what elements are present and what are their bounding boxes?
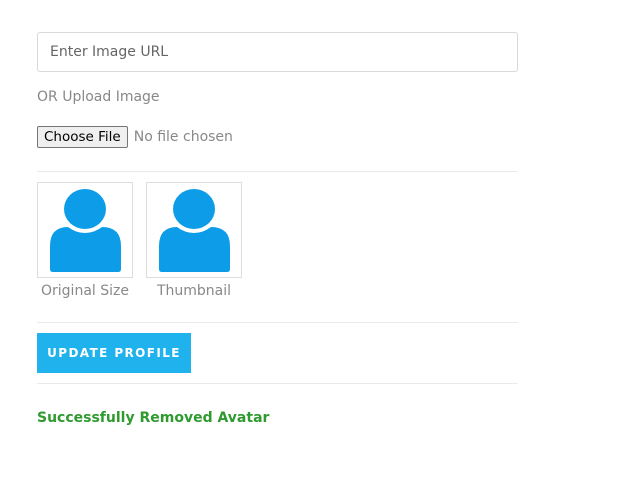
user-avatar-icon <box>159 189 230 272</box>
original-size-preview <box>37 182 133 278</box>
divider <box>37 322 518 323</box>
file-status-text: No file chosen <box>133 129 233 145</box>
choose-file-button[interactable]: Choose File <box>37 126 128 148</box>
divider <box>37 171 518 172</box>
update-profile-button[interactable]: UPDATE PROFILE <box>37 333 191 373</box>
user-avatar-icon <box>50 189 121 272</box>
divider <box>37 383 518 384</box>
original-size-caption: Original Size <box>41 283 129 299</box>
profile-avatar-form: OR Upload Image Choose File No file chos… <box>0 0 640 480</box>
success-message: Successfully Removed Avatar <box>37 410 270 426</box>
thumbnail-caption: Thumbnail <box>156 283 232 299</box>
file-upload-control: Choose File No file chosen <box>37 126 233 148</box>
image-url-input[interactable] <box>37 32 518 72</box>
upload-label: OR Upload Image <box>37 89 160 105</box>
thumbnail-preview <box>146 182 242 278</box>
